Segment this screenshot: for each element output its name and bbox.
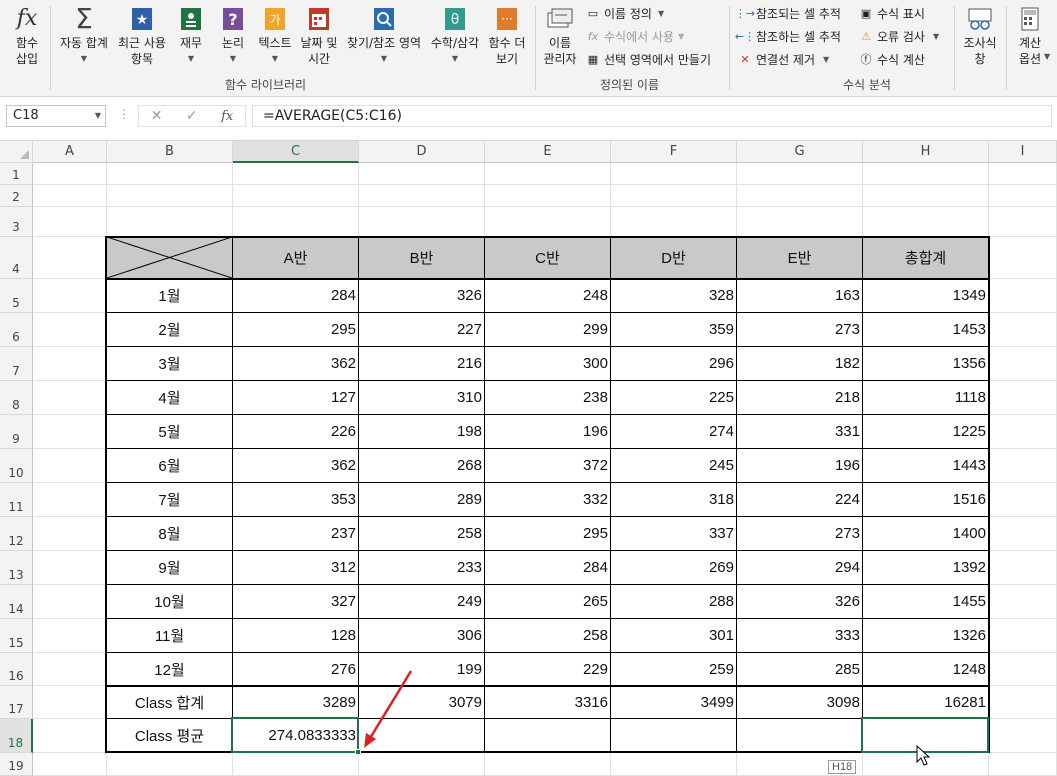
cell-tooltip: H18 <box>828 760 857 774</box>
annotation-arrow <box>364 670 413 748</box>
mouse-cursor-icon <box>916 745 931 766</box>
